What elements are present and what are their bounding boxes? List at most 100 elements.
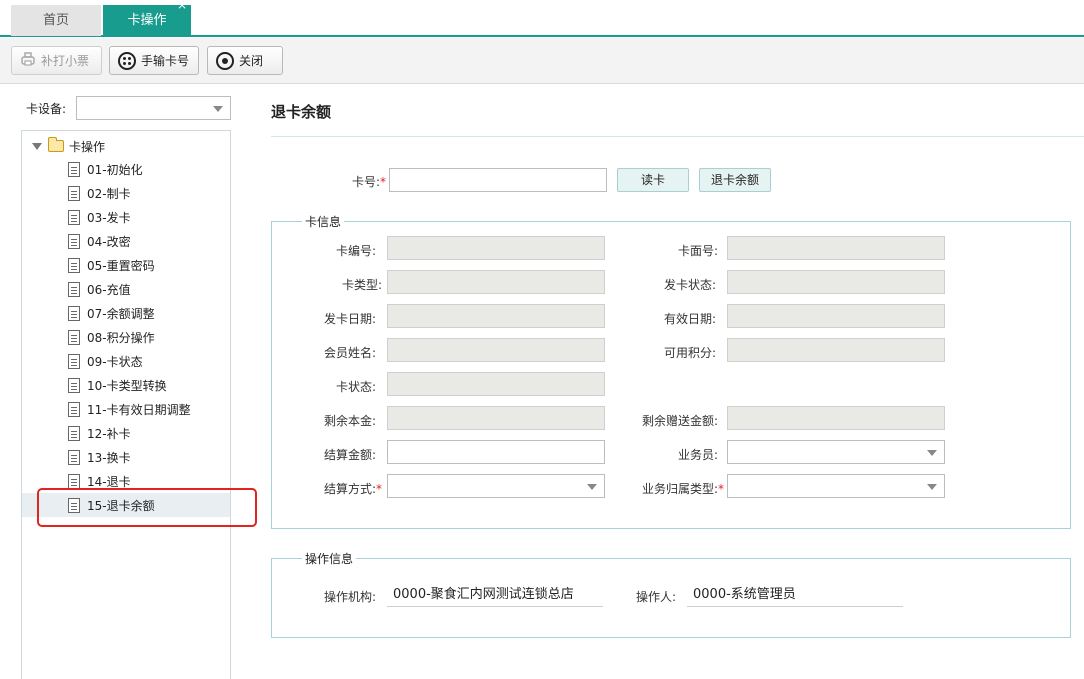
tree-item-label: 14-退卡 — [87, 474, 131, 489]
settlement-amount-label: 结算金额: — [323, 448, 376, 462]
valid-date-field — [727, 304, 945, 328]
keypad-icon — [118, 51, 136, 70]
tab-card-operation-label: 卡操作 — [127, 13, 167, 28]
tree-item[interactable]: 13-换卡 — [22, 445, 230, 469]
document-icon — [68, 209, 80, 225]
remaining-principal-field — [387, 406, 605, 430]
refund-balance-button[interactable]: 退卡余额 — [699, 168, 771, 192]
remaining-gift-amount-label: 剩余赠送金额: — [641, 414, 718, 428]
available-points-field — [727, 338, 945, 362]
tree-item-label: 04-改密 — [87, 234, 131, 249]
tab-card-operation[interactable]: 卡操作 × — [103, 0, 191, 36]
chevron-down-icon — [927, 450, 937, 456]
tree-item-label: 13-换卡 — [87, 450, 131, 465]
document-icon — [68, 161, 80, 177]
document-icon — [68, 449, 80, 465]
selection-highlight-box — [37, 488, 257, 527]
member-name-field — [387, 338, 605, 362]
tree-root-card-operation[interactable]: 卡操作 — [32, 136, 105, 156]
document-icon — [68, 473, 80, 489]
operation-info-legend: 操作信息 — [302, 550, 357, 567]
card-type-label: 卡类型: — [341, 278, 382, 292]
salesperson-label: 业务员: — [677, 448, 718, 462]
operator-label: 操作人: — [635, 590, 676, 604]
member-name-label: 会员姓名: — [323, 346, 376, 360]
business-type-label: 业务归属类型:* — [641, 482, 724, 496]
tree-item-label: 03-发卡 — [87, 210, 131, 225]
left-panel: 卡设备: 卡操作 01-初始化 02-制卡 03-发卡 04-改密 05-重置密码 06-… — [0, 85, 246, 679]
tree-item-label: 01-初始化 — [87, 162, 143, 177]
face-number-field — [727, 236, 945, 260]
tree-item-label: 02-制卡 — [87, 186, 131, 201]
tree-item[interactable]: 08-积分操作 — [22, 325, 230, 349]
tree-item-label: 08-积分操作 — [87, 330, 155, 345]
toolbar: 补打小票 手输卡号 关闭 — [0, 38, 1084, 84]
document-icon — [68, 305, 80, 321]
issue-status-label: 发卡状态: — [663, 278, 716, 292]
operation-tree: 卡操作 01-初始化 02-制卡 03-发卡 04-改密 05-重置密码 06-充值 07-… — [21, 130, 231, 679]
operation-org-label: 操作机构: — [323, 590, 376, 604]
read-card-button[interactable]: 读卡 — [617, 168, 689, 192]
card-device-label: 卡设备: — [26, 102, 67, 116]
chevron-down-icon — [587, 484, 597, 490]
card-number-input[interactable] — [389, 168, 607, 192]
tab-home[interactable]: 首页 — [11, 5, 101, 36]
chevron-down-icon — [213, 106, 223, 112]
chevron-down-icon — [927, 484, 937, 490]
card-info-legend: 卡信息 — [302, 213, 345, 230]
settlement-method-select[interactable] — [387, 474, 605, 498]
tree-item[interactable]: 01-初始化 — [22, 157, 230, 181]
close-button[interactable]: 关闭 — [207, 46, 283, 75]
card-code-label: 卡编号: — [335, 244, 376, 258]
valid-date-label: 有效日期: — [663, 312, 716, 326]
remaining-principal-label: 剩余本金: — [323, 414, 376, 428]
close-label: 关闭 — [239, 54, 264, 68]
card-number-label: 卡号:* — [351, 175, 386, 189]
caret-down-icon[interactable] — [32, 142, 42, 150]
remaining-gift-amount-field — [727, 406, 945, 430]
face-number-label: 卡面号: — [677, 244, 718, 258]
manual-card-number-label: 手输卡号 — [141, 54, 190, 68]
settlement-amount-input[interactable] — [387, 440, 605, 464]
tree-item[interactable]: 12-补卡 — [22, 421, 230, 445]
tab-bar: 首页 卡操作 × — [0, 0, 1084, 37]
tree-item[interactable]: 11-卡有效日期调整 — [22, 397, 230, 421]
tree-root-label: 卡操作 — [69, 139, 106, 154]
document-icon — [68, 257, 80, 273]
tree-item[interactable]: 04-改密 — [22, 229, 230, 253]
tree-item[interactable]: 09-卡状态 — [22, 349, 230, 373]
salesperson-select[interactable] — [727, 440, 945, 464]
document-icon — [68, 185, 80, 201]
document-icon — [68, 329, 80, 345]
page-title: 退卡余额 — [271, 103, 332, 121]
reprint-receipt-button[interactable]: 补打小票 — [11, 46, 102, 75]
card-type-field — [387, 270, 605, 294]
card-device-select[interactable] — [76, 96, 231, 120]
document-icon — [68, 401, 80, 417]
card-code-field — [387, 236, 605, 260]
tree-item-label: 09-卡状态 — [87, 354, 143, 369]
operator-value: 0000-系统管理员 — [687, 583, 903, 607]
document-icon — [68, 281, 80, 297]
printer-icon — [20, 51, 36, 70]
tree-item-label: 06-充值 — [87, 282, 131, 297]
tree-item[interactable]: 05-重置密码 — [22, 253, 230, 277]
issue-status-field — [727, 270, 945, 294]
tree-items: 01-初始化 02-制卡 03-发卡 04-改密 05-重置密码 06-充值 07-余额调整… — [22, 157, 230, 517]
document-icon — [68, 353, 80, 369]
tab-close-icon[interactable]: × — [177, 0, 187, 15]
tree-item-label: 05-重置密码 — [87, 258, 155, 273]
reprint-receipt-label: 补打小票 — [41, 54, 90, 68]
tree-item[interactable]: 02-制卡 — [22, 181, 230, 205]
card-status-label: 卡状态: — [335, 380, 376, 394]
tree-item[interactable]: 10-卡类型转换 — [22, 373, 230, 397]
tree-item[interactable]: 07-余额调整 — [22, 301, 230, 325]
tree-item[interactable]: 03-发卡 — [22, 205, 230, 229]
business-type-select[interactable] — [727, 474, 945, 498]
tree-item[interactable]: 06-充值 — [22, 277, 230, 301]
title-divider — [271, 136, 1084, 137]
document-icon — [68, 233, 80, 249]
manual-card-number-button[interactable]: 手输卡号 — [109, 46, 199, 75]
stop-icon — [216, 51, 234, 70]
issue-date-label: 发卡日期: — [323, 312, 376, 326]
